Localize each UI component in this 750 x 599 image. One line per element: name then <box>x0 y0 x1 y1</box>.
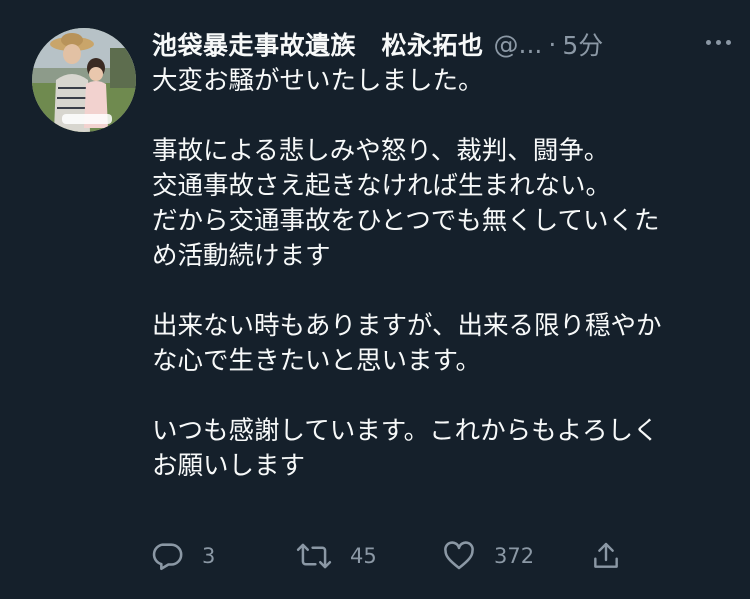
tweet-line: お願いします <box>152 451 306 481</box>
more-icon[interactable] <box>698 26 738 58</box>
tweet-paragraph: いつも感謝しています。これからもよろしく お願いします <box>152 414 732 484</box>
tweet-line: 出来ない時もありますが、出来る限り穏やか <box>152 311 662 341</box>
tweet-text: 大変お騒がせいたしました。 事故による悲しみや怒り、裁判、闘争。 交通事故さえ起… <box>152 64 732 519</box>
share-button[interactable] <box>590 536 622 576</box>
like-count: 372 <box>494 544 535 568</box>
reply-button[interactable]: 3 <box>150 536 215 576</box>
tweet-line: だから交通事故をひとつでも無くしていくた <box>152 206 660 236</box>
author-handle[interactable]: @... <box>494 30 543 59</box>
tweet-paragraph: 出来ない時もありますが、出来る限り穏やか な心で生きたいと思います。 <box>152 309 732 379</box>
tweet-line: いつも感謝しています。これからもよろしく <box>152 416 659 446</box>
more-dot <box>715 39 721 45</box>
more-dot <box>705 39 711 45</box>
retweet-button[interactable]: 45 <box>296 536 377 576</box>
tweet-paragraph: 事故による悲しみや怒り、裁判、闘争。 交通事故さえ起きなければ生まれない。 だか… <box>152 134 732 274</box>
separator-dot: · <box>548 29 557 59</box>
tweet-paragraph: 大変お騒がせいたしました。 <box>152 64 732 99</box>
timestamp[interactable]: 5分 <box>562 26 603 62</box>
tweet-line: な心で生きたいと思います。 <box>152 346 481 376</box>
tweet: 池袋暴走事故遺族 松永拓也 @... · 5分 大変お騒がせいたしました。 事故… <box>0 0 750 599</box>
tweet-line: 事故による悲しみや怒り、裁判、闘争。 <box>152 136 610 166</box>
more-dot <box>725 39 731 45</box>
action-bar: 3 45 372 <box>150 536 630 576</box>
reply-icon <box>150 539 184 573</box>
author-name[interactable]: 池袋暴走事故遺族 松永拓也 <box>152 26 484 62</box>
tweet-header: 池袋暴走事故遺族 松永拓也 @... · 5分 <box>152 24 730 64</box>
tweet-line: 交通事故さえ起きなければ生まれない。 <box>152 171 612 201</box>
avatar-photo <box>32 28 136 132</box>
avatar[interactable] <box>32 28 136 132</box>
share-icon <box>590 539 622 573</box>
tweet-line: 大変お騒がせいたしました。 <box>152 66 484 96</box>
tweet-line: め活動続けます <box>152 241 331 271</box>
heart-icon <box>442 539 476 573</box>
retweet-icon <box>296 539 332 573</box>
like-button[interactable]: 372 <box>442 536 534 576</box>
reply-count: 3 <box>202 544 216 568</box>
retweet-count: 45 <box>350 544 377 568</box>
